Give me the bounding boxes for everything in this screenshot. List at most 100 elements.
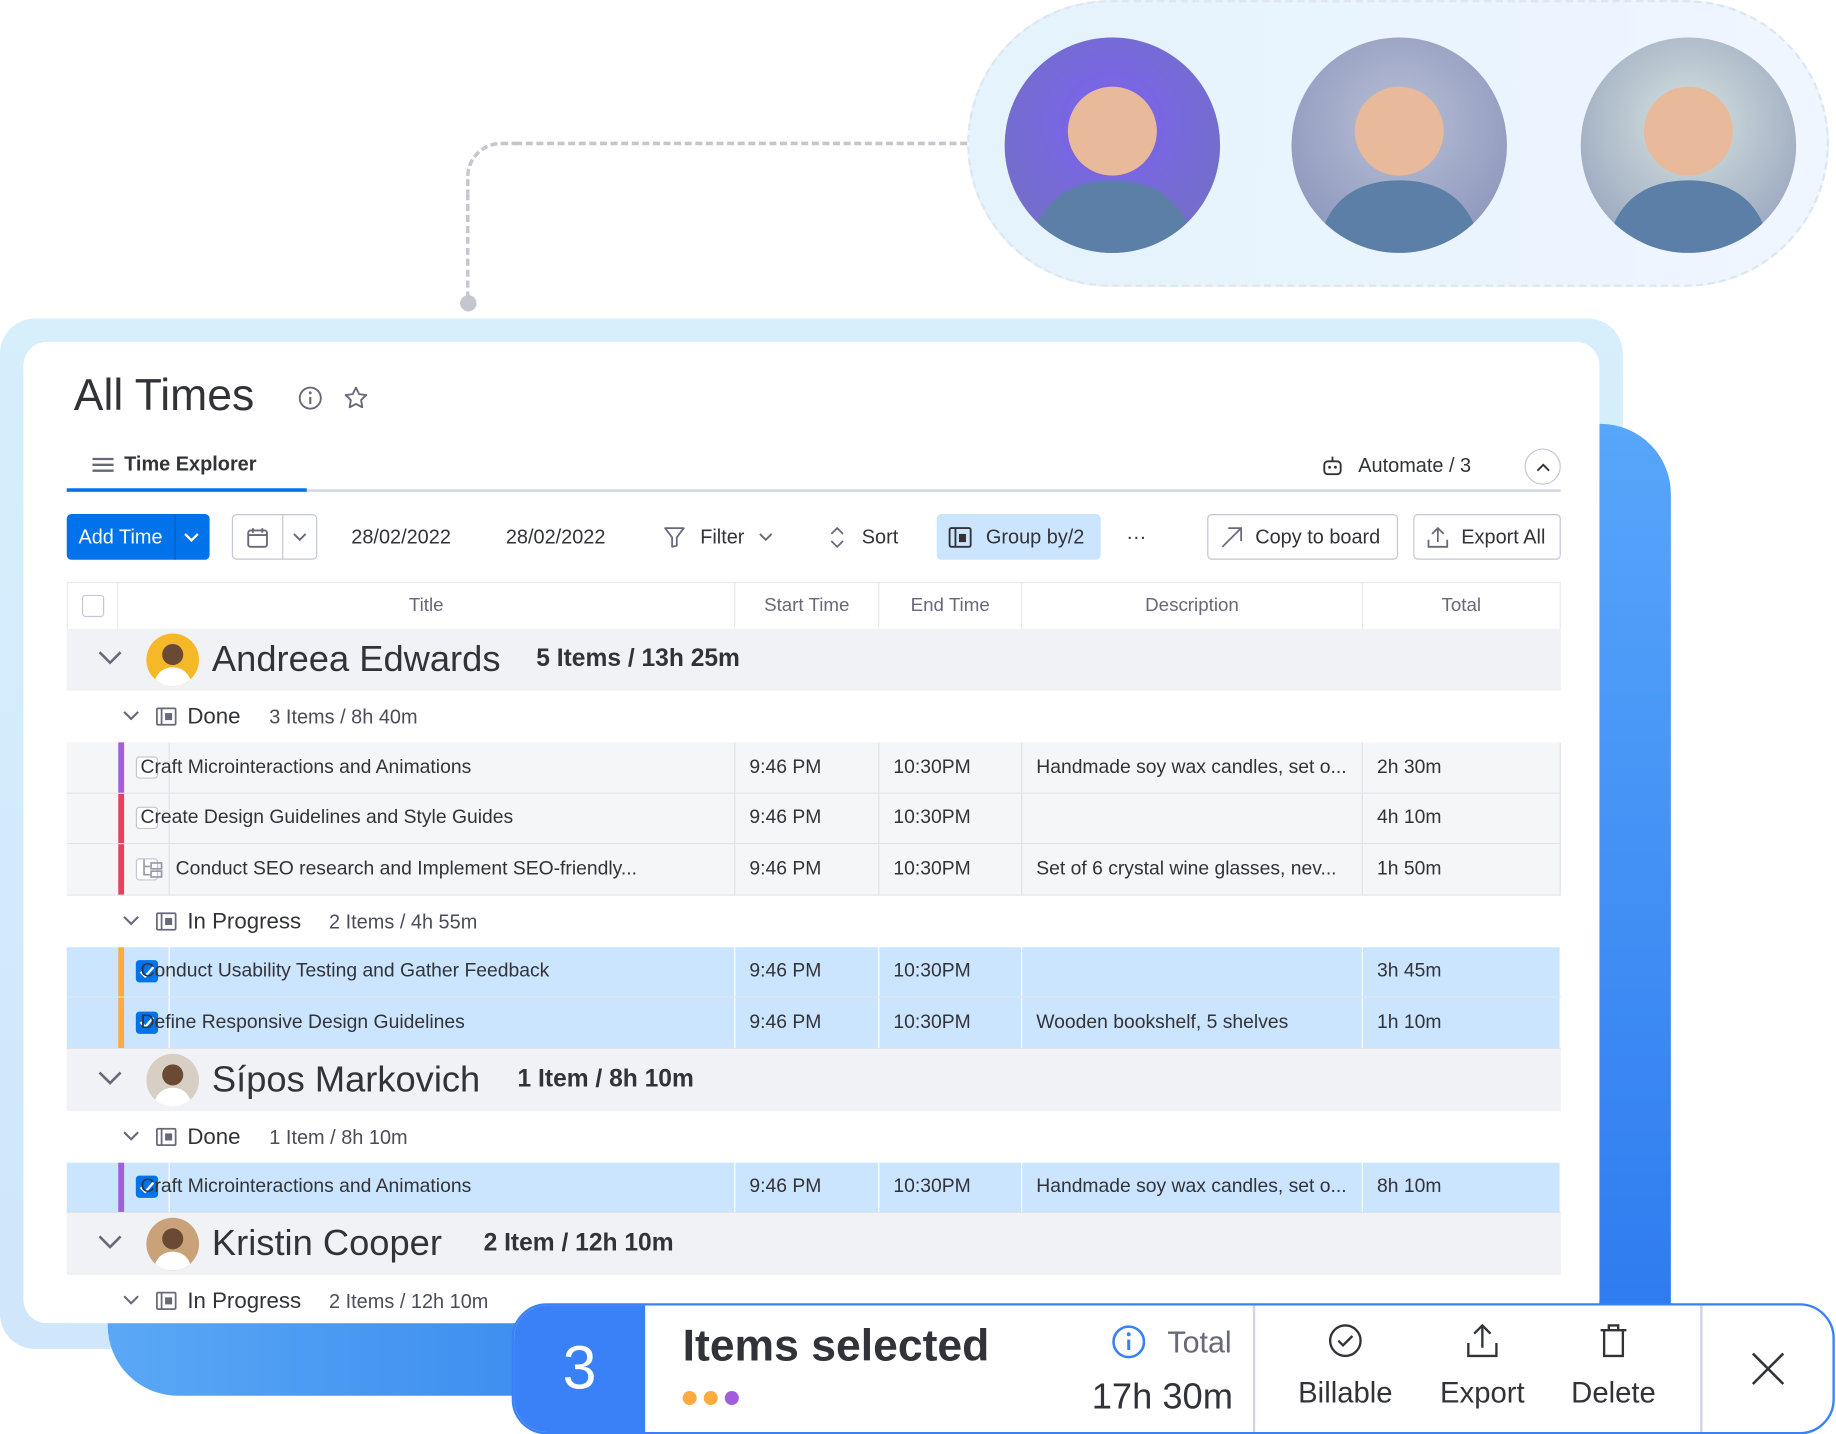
- start-text: 9:46 PM: [749, 807, 822, 829]
- cell-total: 2h 30m: [1363, 742, 1561, 793]
- chevron-down-icon[interactable]: [123, 1295, 139, 1306]
- automate-button[interactable]: Automate / 3: [1321, 454, 1471, 477]
- check-circle-icon: [1327, 1322, 1364, 1359]
- cell-total: 1h 10m: [1363, 997, 1561, 1048]
- cell-end: 10:30PM: [879, 997, 1023, 1048]
- cell-total: 3h 45m: [1363, 946, 1561, 997]
- cell-title[interactable]: Craft Microinteractions and Animations: [126, 1162, 736, 1212]
- tab-label: Time Explorer: [124, 453, 257, 476]
- group-header[interactable]: Kristin Cooper 2 Item / 12h 10m: [66, 1213, 1561, 1276]
- description-text: Handmade soy wax candles, set o...: [1036, 756, 1347, 778]
- column-header-title[interactable]: Title: [118, 581, 736, 629]
- select-all-cell: [66, 581, 119, 629]
- end-text: 10:30PM: [893, 1011, 971, 1033]
- cell-title[interactable]: Define Responsive Design Guidelines: [126, 997, 736, 1048]
- info-icon[interactable]: [297, 385, 323, 411]
- group-header[interactable]: Andreea Edwards 5 Items / 13h 25m: [66, 628, 1561, 691]
- group-summary: 5 Items / 13h 25m: [536, 645, 740, 673]
- cell-description: [1022, 793, 1363, 844]
- table-row[interactable]: Conduct Usability Testing and Gather Fee…: [66, 946, 1561, 998]
- column-header-end[interactable]: End Time: [879, 581, 1023, 629]
- status-subgroup-header[interactable]: In Progress 2 Items / 4h 55m: [66, 895, 1561, 947]
- description-text: Wooden bookshelf, 5 shelves: [1036, 1011, 1289, 1033]
- cell-start: 9:46 PM: [735, 844, 880, 894]
- status-dot: [682, 1391, 697, 1406]
- total-text: 1h 50m: [1376, 857, 1442, 880]
- delete-label: Delete: [1571, 1376, 1656, 1410]
- export-button[interactable]: Export: [1424, 1322, 1541, 1411]
- column-header-total[interactable]: Total: [1362, 581, 1561, 629]
- date-picker-button[interactable]: [231, 514, 318, 560]
- total-text: 1h 10m: [1376, 1011, 1442, 1033]
- title-text: Create Design Guidelines and Style Guide…: [140, 807, 514, 829]
- selection-bar: 3 Items selected Total 17h 30m Billable …: [511, 1303, 1835, 1434]
- column-header-description[interactable]: Description: [1022, 581, 1363, 629]
- chevron-down-icon[interactable]: [123, 1130, 139, 1142]
- chevron-down-icon[interactable]: [123, 711, 139, 722]
- chevron-down-icon[interactable]: [97, 1070, 123, 1085]
- group-by-button[interactable]: Group by/2: [936, 514, 1101, 560]
- copy-label: Copy to board: [1255, 525, 1381, 548]
- add-time-button[interactable]: Add Time: [66, 514, 210, 560]
- tab-active-indicator: [66, 488, 307, 492]
- automate-label: Automate / 3: [1358, 454, 1472, 477]
- cell-start: 9:46 PM: [735, 1162, 880, 1212]
- column-header-start[interactable]: Start Time: [735, 581, 880, 629]
- cell-total: 8h 10m: [1363, 1162, 1561, 1212]
- group-icon: [156, 1127, 177, 1146]
- close-icon[interactable]: [1749, 1350, 1786, 1387]
- cell-description: Wooden bookshelf, 5 shelves: [1022, 997, 1363, 1048]
- status-subgroup-header[interactable]: Done 1 Item / 8h 10m: [66, 1110, 1561, 1163]
- table-row[interactable]: Create Design Guidelines and Style Guide…: [66, 793, 1561, 845]
- person-icon: [1317, 86, 1482, 253]
- copy-to-board-button[interactable]: Copy to board: [1207, 514, 1399, 560]
- team-member-avatar: [1291, 37, 1507, 253]
- connector-line: [466, 193, 470, 299]
- status-summary: 2 Items / 12h 10m: [329, 1290, 489, 1313]
- chevron-down-icon[interactable]: [174, 514, 208, 560]
- table-row[interactable]: Craft Microinteractions and Animations 9:…: [66, 742, 1561, 794]
- table-row[interactable]: Define Responsive Design Guidelines 9:46 …: [66, 997, 1561, 1049]
- start-text: 9:46 PM: [749, 756, 822, 778]
- export-all-button[interactable]: Export All: [1413, 514, 1561, 560]
- cell-end: 10:30PM: [879, 946, 1023, 997]
- title-text: Craft Microinteractions and Animations: [140, 1175, 472, 1197]
- group-icon: [156, 707, 177, 726]
- time-explorer-card: All Times Time Explorer Automate / 3 Add…: [23, 341, 1600, 1324]
- group-by-label: Group by/2: [985, 525, 1085, 548]
- table-row[interactable]: Craft Microinteractions and Animations 9:…: [66, 1162, 1561, 1214]
- chevron-down-icon[interactable]: [97, 650, 123, 665]
- select-all-checkbox[interactable]: [81, 594, 104, 618]
- date-to[interactable]: 28/02/2022: [506, 514, 606, 560]
- cell-start: 9:46 PM: [735, 793, 880, 844]
- delete-button[interactable]: Delete: [1555, 1322, 1672, 1411]
- cell-title[interactable]: Conduct SEO research and Implement SEO-f…: [126, 844, 736, 894]
- cell-end: 10:30PM: [879, 844, 1023, 894]
- more-options-button[interactable]: ···: [1126, 514, 1146, 560]
- group-name: Sípos Markovich: [211, 1057, 481, 1099]
- date-from[interactable]: 28/02/2022: [351, 514, 451, 560]
- cell-description: [1022, 946, 1363, 997]
- filter-button[interactable]: Filter: [663, 514, 773, 560]
- cell-description: Set of 6 crystal wine glasses, nev...: [1022, 844, 1363, 894]
- cell-title[interactable]: Conduct Usability Testing and Gather Fee…: [126, 946, 736, 997]
- group-icon: [156, 911, 177, 931]
- billable-button[interactable]: Billable: [1287, 1322, 1404, 1411]
- sort-button[interactable]: Sort: [829, 514, 898, 560]
- chevron-down-icon[interactable]: [123, 915, 139, 926]
- avatar: [146, 1053, 200, 1106]
- tab-time-explorer[interactable]: Time Explorer: [91, 453, 257, 476]
- info-icon[interactable]: [1111, 1324, 1146, 1359]
- chevron-down-icon[interactable]: [97, 1234, 123, 1249]
- cell-title[interactable]: Create Design Guidelines and Style Guide…: [126, 793, 736, 844]
- status-subgroup-header[interactable]: Done 3 Items / 8h 40m: [66, 690, 1561, 743]
- group-header[interactable]: Sípos Markovich 1 Item / 8h 10m: [66, 1048, 1561, 1111]
- collapse-button[interactable]: [1524, 448, 1561, 485]
- cell-title[interactable]: Craft Microinteractions and Animations: [126, 742, 736, 793]
- status-label: In Progress: [187, 1289, 302, 1314]
- star-icon[interactable]: [342, 384, 370, 412]
- chevron-down-icon[interactable]: [284, 532, 316, 541]
- export-label: Export: [1440, 1376, 1525, 1410]
- cell-end: 10:30PM: [879, 742, 1023, 793]
- table-row[interactable]: Conduct SEO research and Implement SEO-f…: [66, 844, 1561, 896]
